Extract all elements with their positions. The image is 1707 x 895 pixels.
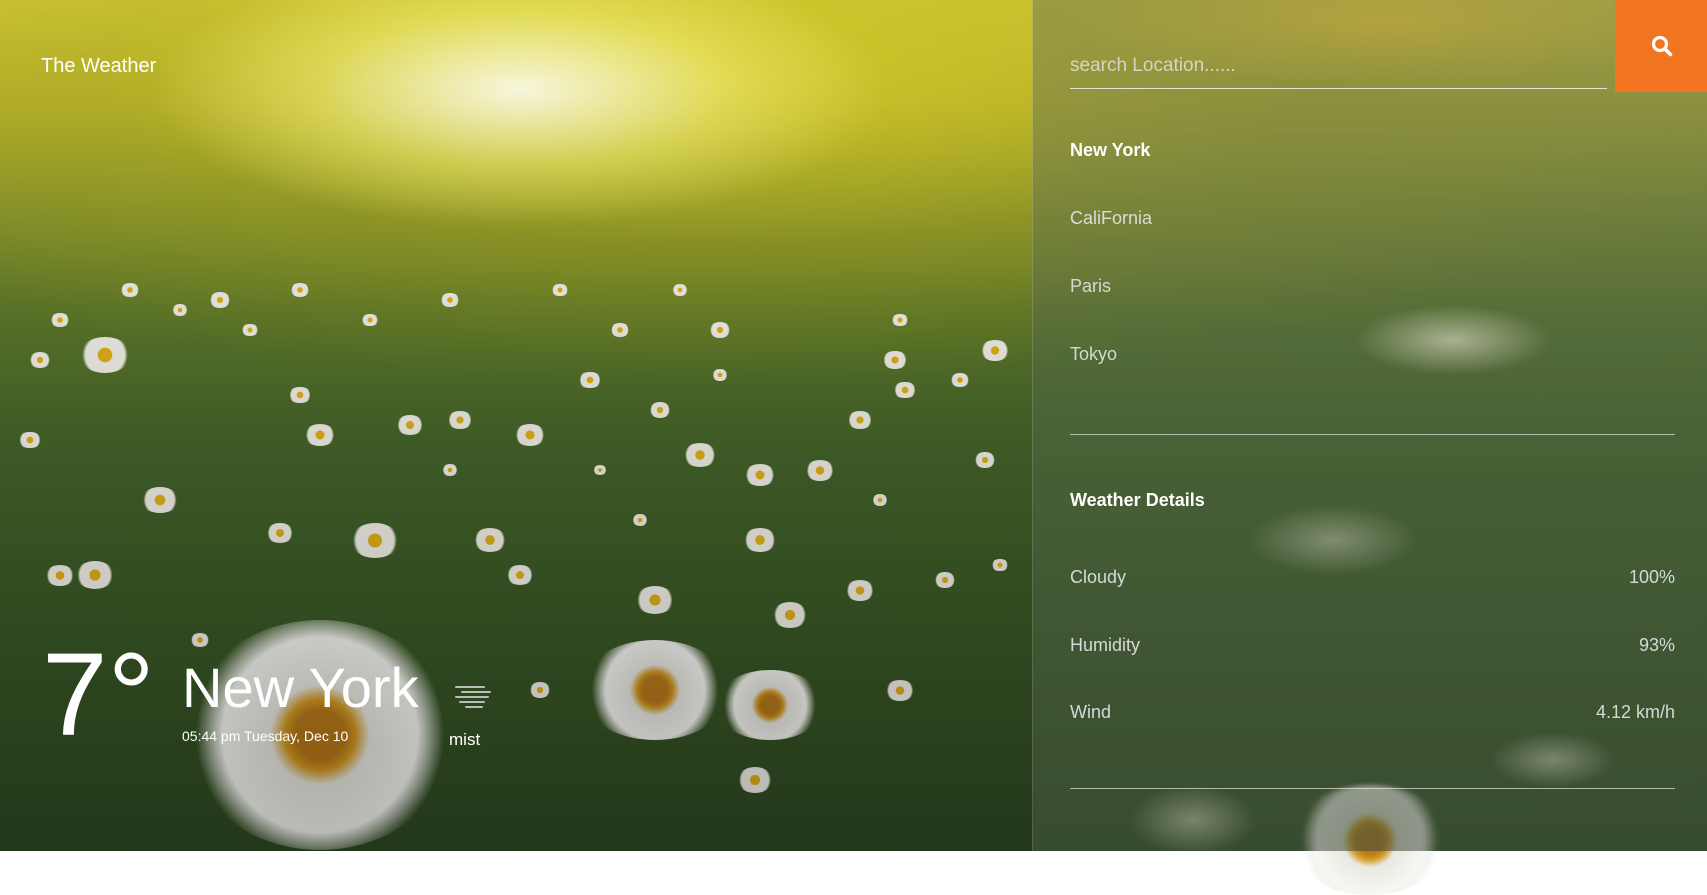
city-name: New York [182,656,419,719]
search-icon [1651,35,1672,57]
detail-value: 100% [1628,567,1675,587]
side-panel: New York CaliFornia Paris Tokyo Weather … [1032,0,1707,851]
location-item[interactable]: Tokyo [1070,344,1152,412]
detail-value: 93% [1638,635,1675,655]
mist-icon [455,684,491,708]
panel-backdrop [1033,0,1707,851]
temperature: 7° [42,629,155,761]
detail-row-wind: Wind 4.12 km/h [1070,702,1675,723]
location-item[interactable]: New York [1070,140,1152,208]
location-item[interactable]: CaliFornia [1070,208,1152,276]
detail-row-cloudy: Cloudy 100% [1070,567,1675,588]
condition-label: mist [449,730,481,749]
detail-row-humidity: Humidity 93% [1070,635,1675,656]
divider [1070,788,1675,789]
app-title: The Weather [41,55,157,77]
details-title: Weather Details [1070,490,1205,510]
detail-label: Humidity [1070,635,1141,655]
city-block: New York 05:44 pm Tuesday, Dec 10 [182,656,419,745]
detail-label: Cloudy [1070,567,1127,587]
search-button[interactable] [1615,0,1707,92]
date-time: 05:44 pm Tuesday, Dec 10 [182,728,349,744]
search-input[interactable] [1070,44,1607,89]
divider [1070,434,1675,435]
detail-value: 4.12 km/h [1595,702,1675,722]
detail-label: Wind [1070,702,1112,722]
location-item[interactable]: Paris [1070,276,1152,344]
location-list: New York CaliFornia Paris Tokyo [1070,140,1152,412]
